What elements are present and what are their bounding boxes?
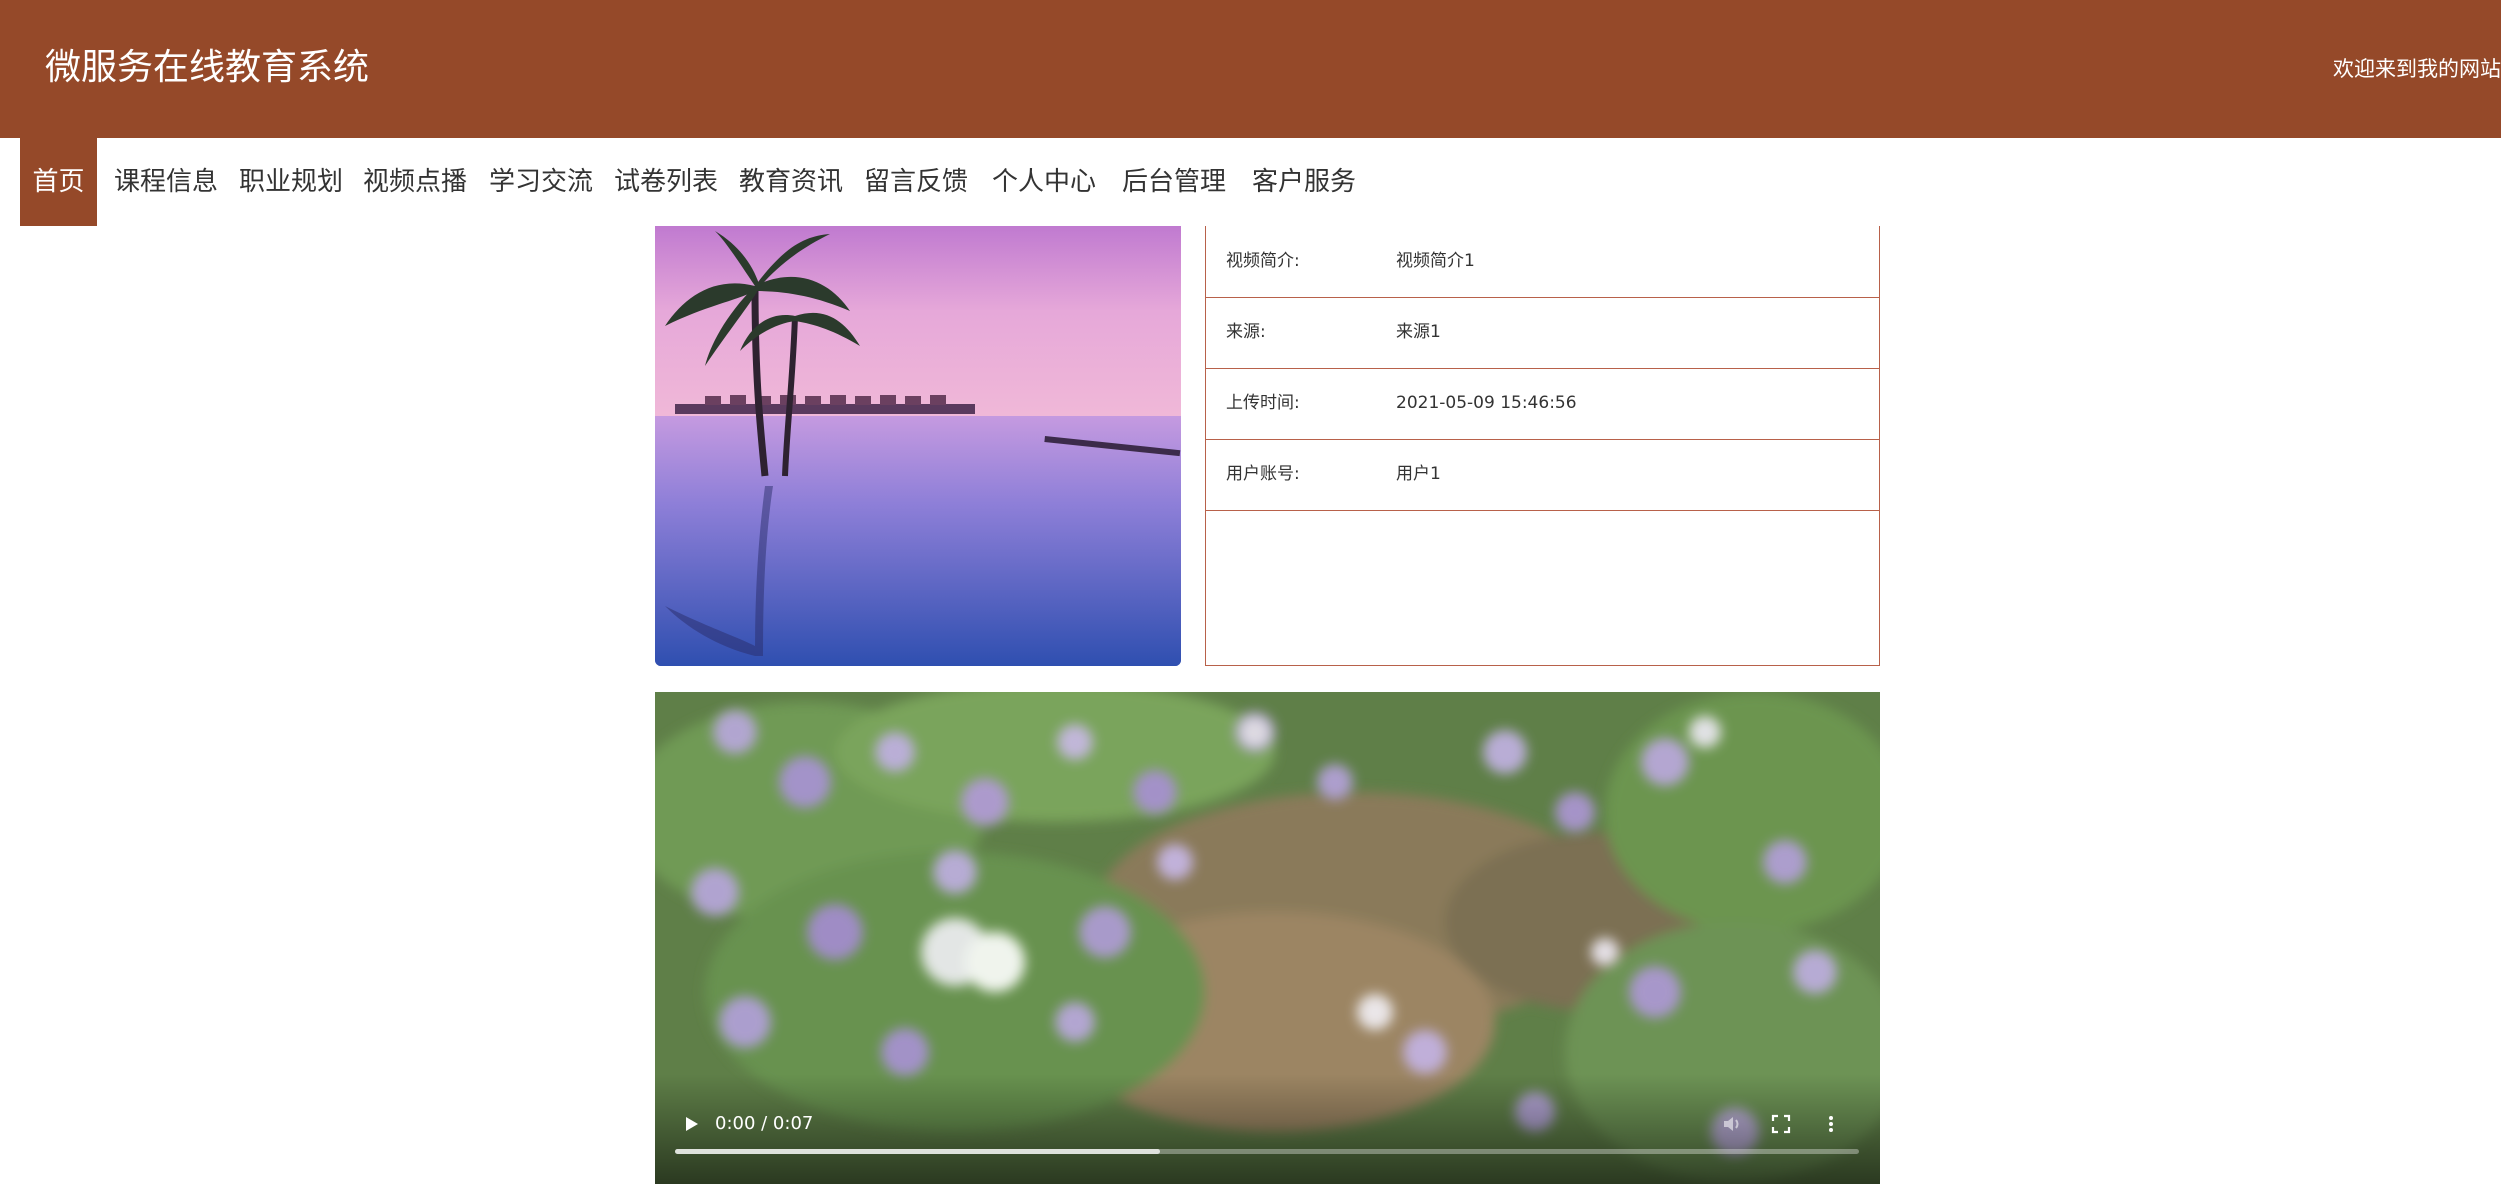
site-title: 微服务在线教育系统 xyxy=(45,47,370,88)
welcome-text: 欢迎来到我的网站 xyxy=(2333,57,2501,81)
mute-button[interactable] xyxy=(1719,1110,1747,1138)
nav-item-courses[interactable]: 课程信息 xyxy=(114,138,218,226)
nav-item-personal-center[interactable]: 个人中心 xyxy=(992,138,1096,226)
detail-label: 用户账号: xyxy=(1226,464,1300,484)
video-detail-table: 视频简介: 视频简介1 来源: 来源1 上传时间: 2021-05-09 15:… xyxy=(1205,226,1880,666)
detail-label: 视频简介: xyxy=(1226,251,1300,271)
nav-item-home[interactable]: 首页 xyxy=(20,138,97,226)
progress-buffered-fill xyxy=(675,1149,1161,1154)
nav-item-education-news[interactable]: 教育资讯 xyxy=(739,138,843,226)
nav-item-admin[interactable]: 后台管理 xyxy=(1122,138,1226,226)
detail-value: 用户1 xyxy=(1396,464,1441,484)
detail-row-upload-time: 上传时间: 2021-05-09 15:46:56 xyxy=(1206,368,1879,440)
detail-value: 来源1 xyxy=(1396,322,1441,342)
video-poster-image xyxy=(655,226,1181,666)
fullscreen-button[interactable] xyxy=(1767,1110,1795,1138)
more-vertical-icon xyxy=(1829,1116,1833,1132)
detail-row-intro: 视频简介: 视频简介1 xyxy=(1206,226,1879,298)
nav-item-exam-list[interactable]: 试卷列表 xyxy=(614,138,718,226)
nav-item-video-on-demand[interactable]: 视频点播 xyxy=(363,138,467,226)
nav-item-career-planning[interactable]: 职业规划 xyxy=(239,138,343,226)
fullscreen-icon xyxy=(1771,1114,1791,1134)
detail-value: 视频简介1 xyxy=(1396,251,1475,271)
video-player[interactable]: 0:00 / 0:07 xyxy=(655,692,1880,1184)
detail-value: 2021-05-09 15:46:56 xyxy=(1396,393,1577,413)
site-header: 微服务在线教育系统 欢迎来到我的网站 xyxy=(0,0,2501,138)
detail-row-source: 来源: 来源1 xyxy=(1206,297,1879,369)
more-options-button[interactable] xyxy=(1817,1110,1845,1138)
play-button[interactable] xyxy=(677,1110,705,1138)
volume-icon xyxy=(1724,1117,1739,1131)
play-icon xyxy=(686,1117,698,1131)
sunset-palm-image xyxy=(655,226,1181,666)
main-nav: 首页 课程信息 职业规划 视频点播 学习交流 试卷列表 教育资讯 留言反馈 个人… xyxy=(0,138,2501,226)
video-progress-bar[interactable] xyxy=(675,1149,1859,1154)
nav-item-customer-service[interactable]: 客户服务 xyxy=(1252,138,1356,226)
video-time-display: 0:00 / 0:07 xyxy=(715,1113,814,1134)
nav-item-study-exchange[interactable]: 学习交流 xyxy=(489,138,593,226)
detail-row-user-account: 用户账号: 用户1 xyxy=(1206,439,1879,511)
detail-label: 上传时间: xyxy=(1226,393,1300,413)
controls-overlay xyxy=(655,1074,1880,1184)
detail-label: 来源: xyxy=(1226,322,1266,342)
nav-item-feedback[interactable]: 留言反馈 xyxy=(864,138,968,226)
